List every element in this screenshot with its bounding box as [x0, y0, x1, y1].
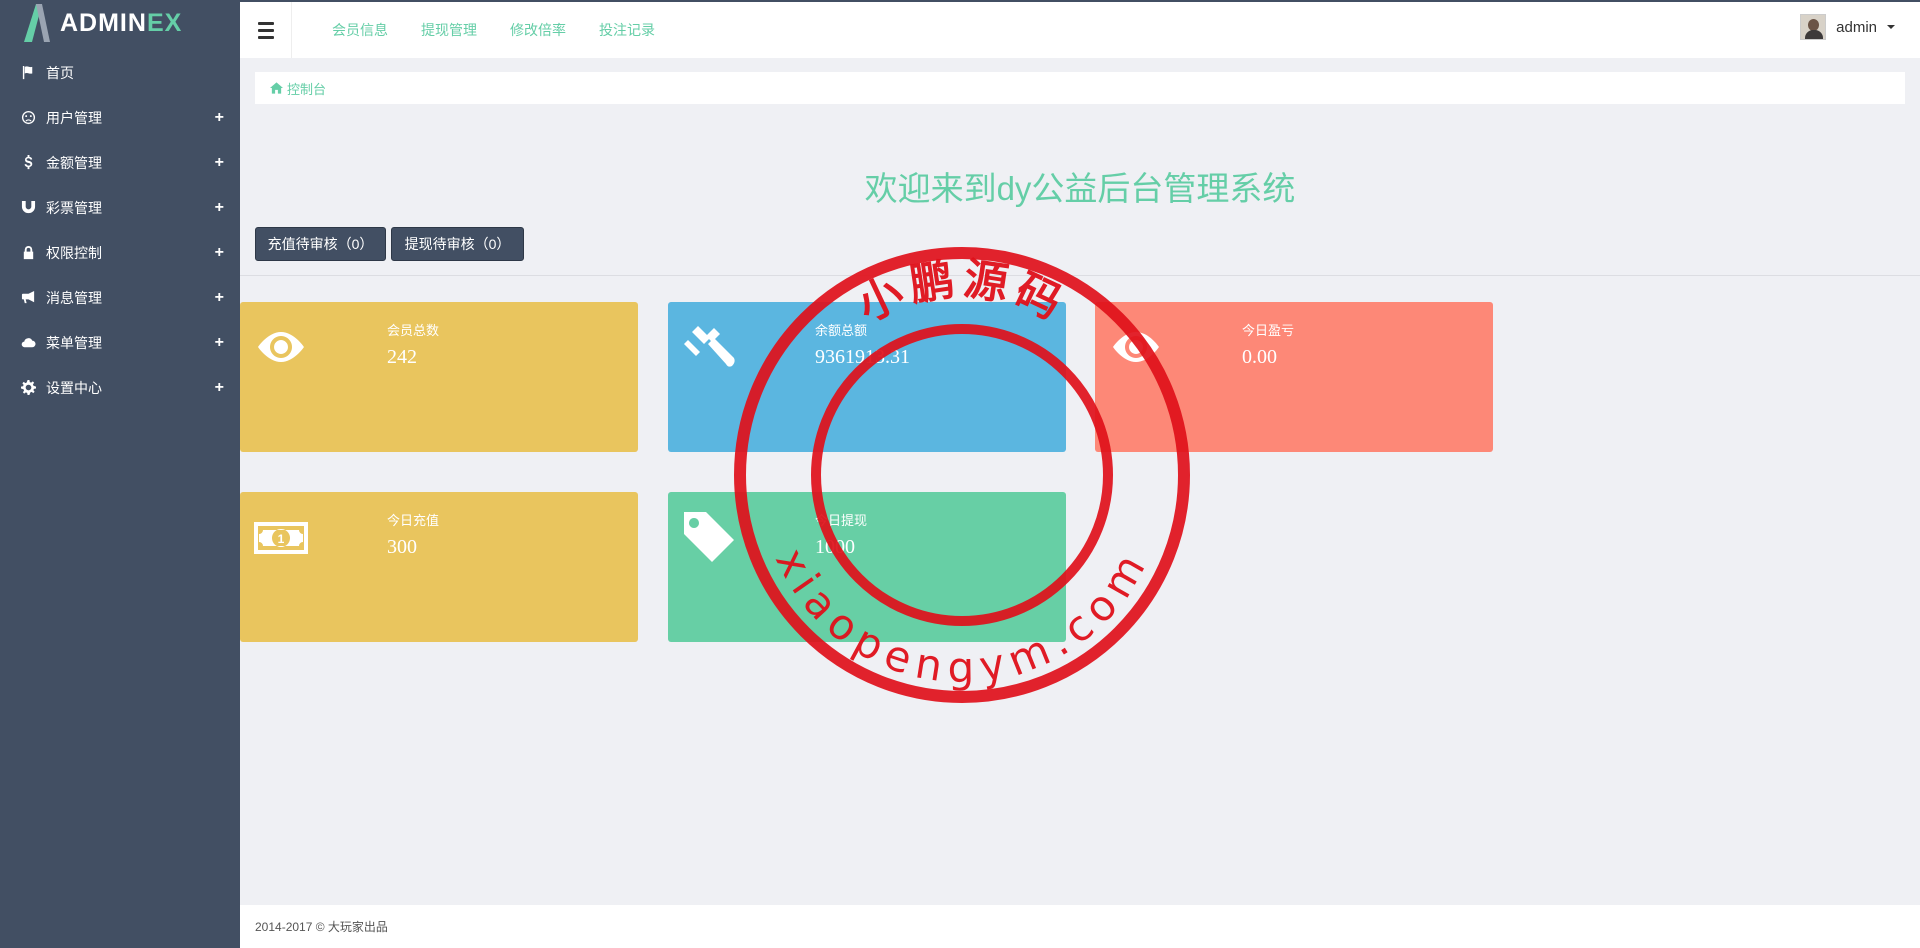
hamburger-icon — [257, 20, 274, 41]
sidebar-item-amount[interactable]: 金额管理 + — [0, 140, 240, 185]
dollar-icon — [20, 155, 36, 171]
logo-icon — [24, 4, 50, 42]
sidebar-item-permission[interactable]: 权限控制 + — [0, 230, 240, 275]
sidebar-item-settings[interactable]: 设置中心 + — [0, 365, 240, 410]
welcome-title: 欢迎来到dy公益后台管理系统 — [864, 170, 1296, 207]
stat-value: 9361913.31 — [815, 346, 910, 368]
stat-card-balance: 余额总额 9361913.31 — [668, 302, 1066, 452]
user-face-icon — [20, 110, 36, 126]
eye-icon — [1109, 320, 1163, 374]
topnav-bet-records[interactable]: 投注记录 — [599, 20, 655, 40]
expand-icon: + — [214, 108, 224, 126]
stat-value: 300 — [387, 536, 417, 558]
lock-icon — [20, 245, 36, 261]
money-bill-icon: 1 — [254, 510, 308, 564]
top-nav: 会员信息 提现管理 修改倍率 投注记录 — [332, 2, 688, 58]
topnav-member-info[interactable]: 会员信息 — [332, 20, 388, 40]
tag-icon — [682, 510, 736, 564]
logo[interactable]: ADMINEX — [0, 0, 240, 46]
expand-icon: + — [214, 288, 224, 306]
stat-title: 余额总额 — [815, 323, 868, 338]
stat-title: 今日盈亏 — [1242, 323, 1295, 338]
home-icon — [270, 82, 283, 94]
top-bar: 会员信息 提现管理 修改倍率 投注记录 admin — [240, 0, 1920, 58]
sidebar-toggle-button[interactable] — [240, 2, 292, 58]
breadcrumb: 控制台 — [255, 72, 1905, 104]
expand-icon: + — [214, 198, 224, 216]
gavel-icon — [682, 320, 736, 374]
expand-icon: + — [214, 153, 224, 171]
stat-card-today-recharge: 1 今日充值 300 — [240, 492, 638, 642]
stat-title: 今日提现 — [815, 513, 868, 528]
sidebar: ADMINEX 首页 用户管理 + 金额管理 + 彩票管理 + 权限控制 + 消… — [0, 0, 240, 948]
stat-card-today-pnl: 今日盈亏 0.00 — [1095, 302, 1493, 452]
avatar — [1800, 14, 1827, 40]
expand-icon: + — [214, 243, 224, 261]
gear-icon — [20, 380, 36, 396]
breadcrumb-dashboard[interactable]: 控制台 — [287, 79, 326, 98]
sidebar-item-users[interactable]: 用户管理 + — [0, 95, 240, 140]
topnav-withdraw-management[interactable]: 提现管理 — [421, 20, 477, 40]
topnav-modify-rate[interactable]: 修改倍率 — [510, 20, 566, 40]
sidebar-item-menu[interactable]: 菜单管理 + — [0, 320, 240, 365]
sidebar-item-home[interactable]: 首页 — [0, 50, 240, 95]
expand-icon: + — [214, 333, 224, 351]
footer-copyright: 2014-2017 © 大玩家出品 — [255, 920, 388, 934]
footer: 2014-2017 © 大玩家出品 — [240, 905, 1920, 948]
user-name: admin — [1836, 18, 1877, 36]
stat-value: 242 — [387, 346, 417, 368]
eye-icon — [254, 320, 308, 374]
sidebar-nav: 首页 用户管理 + 金额管理 + 彩票管理 + 权限控制 + 消息管理 + 菜单… — [0, 50, 240, 410]
stat-title: 今日充值 — [387, 513, 440, 528]
logo-text: ADMINEX — [60, 8, 183, 37]
magnet-icon — [20, 200, 36, 216]
stat-value: 1000 — [815, 536, 855, 558]
divider — [240, 275, 1920, 276]
stat-card-today-withdraw: 今日提现 1000 — [668, 492, 1066, 642]
recharge-pending-button[interactable]: 充值待审核（0） — [255, 227, 386, 261]
flag-icon — [20, 65, 36, 81]
cloud-icon — [20, 335, 36, 351]
svg-text:1: 1 — [278, 532, 285, 546]
expand-icon: + — [214, 378, 224, 396]
stat-value: 0.00 — [1242, 346, 1277, 368]
withdraw-pending-button[interactable]: 提现待审核（0） — [391, 227, 524, 261]
stat-card-members: 会员总数 242 — [240, 302, 638, 452]
bullhorn-icon — [20, 290, 36, 306]
stat-title: 会员总数 — [387, 323, 440, 338]
sidebar-item-lottery[interactable]: 彩票管理 + — [0, 185, 240, 230]
caret-down-icon — [1887, 25, 1895, 29]
sidebar-item-messages[interactable]: 消息管理 + — [0, 275, 240, 320]
user-menu[interactable]: admin — [1800, 14, 1895, 40]
